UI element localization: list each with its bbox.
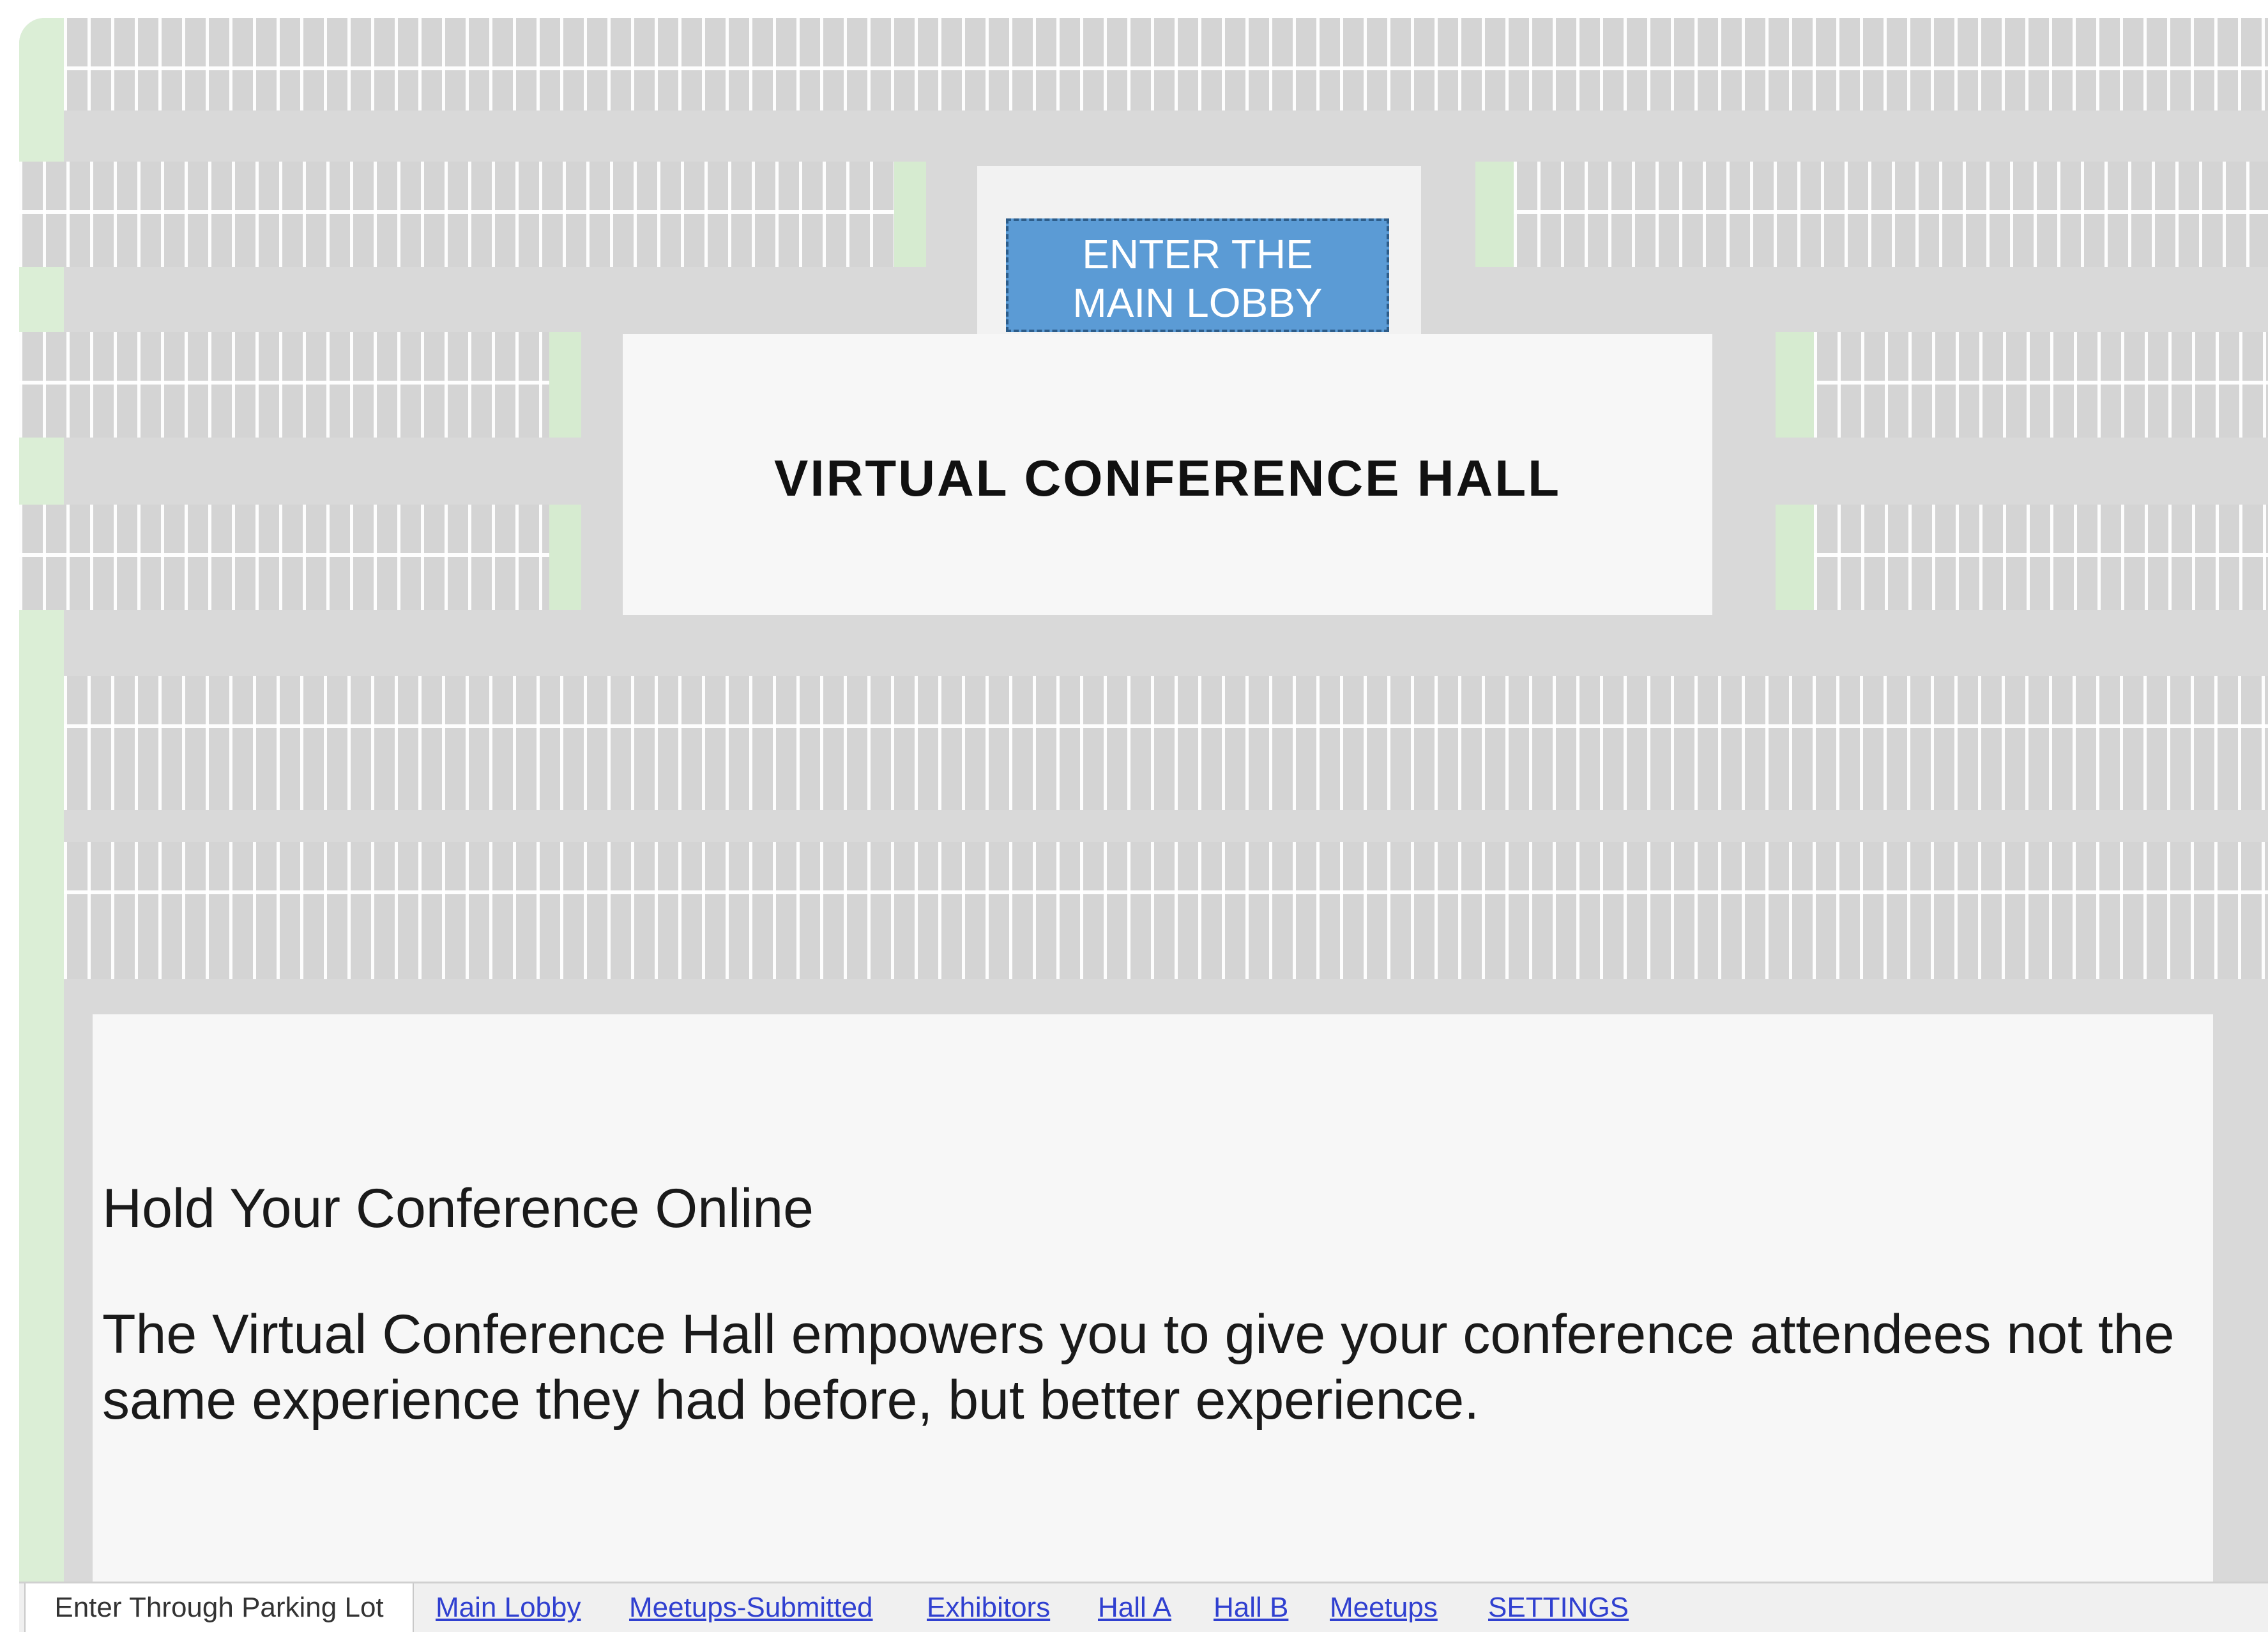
tab-exhibitors[interactable]: Exhibitors <box>927 1583 1050 1632</box>
enter-main-lobby-button[interactable]: ENTER THE MAIN LOBBY <box>1006 218 1389 332</box>
parking-row <box>19 162 926 267</box>
info-text: The Virtual Conference Hall empowers you… <box>102 1304 2175 1431</box>
tab-meetups-submitted[interactable]: Meetups-Submitted <box>629 1583 873 1632</box>
parking-row <box>1776 332 2268 438</box>
tab-meetups[interactable]: Meetups <box>1330 1583 1438 1632</box>
tab-hall-b[interactable]: Hall B <box>1214 1583 1288 1632</box>
parking-row <box>64 842 2268 979</box>
parking-row <box>64 18 2268 111</box>
parking-row <box>1475 162 2268 267</box>
parking-row <box>19 332 581 438</box>
parking-row <box>1776 505 2268 610</box>
tab-enter-through-parking-lot[interactable]: Enter Through Parking Lot <box>24 1583 414 1632</box>
tab-main-lobby[interactable]: Main Lobby <box>436 1583 581 1632</box>
parking-row <box>64 676 2268 810</box>
enter-button-label-line1: ENTER THE <box>1082 231 1313 277</box>
info-panel: Hold Your Conference Online The Virtual … <box>93 1014 2213 1589</box>
tab-hall-a[interactable]: Hall A <box>1098 1583 1171 1632</box>
info-heading: Hold Your Conference Online <box>102 1178 814 1239</box>
parking-lot-map: ENTER THE MAIN LOBBY VIRTUAL CONFERENCE … <box>19 18 2268 1630</box>
hall-title: VIRTUAL CONFERENCE HALL <box>774 450 1561 507</box>
parking-row <box>19 505 581 610</box>
tab-settings[interactable]: SETTINGS <box>1488 1583 1629 1632</box>
sheet-tab-bar: Enter Through Parking Lot Main Lobby Mee… <box>19 1582 2268 1632</box>
enter-button-label-line2: MAIN LOBBY <box>1072 280 1323 326</box>
conference-hall-building: VIRTUAL CONFERENCE HALL <box>623 334 1712 615</box>
